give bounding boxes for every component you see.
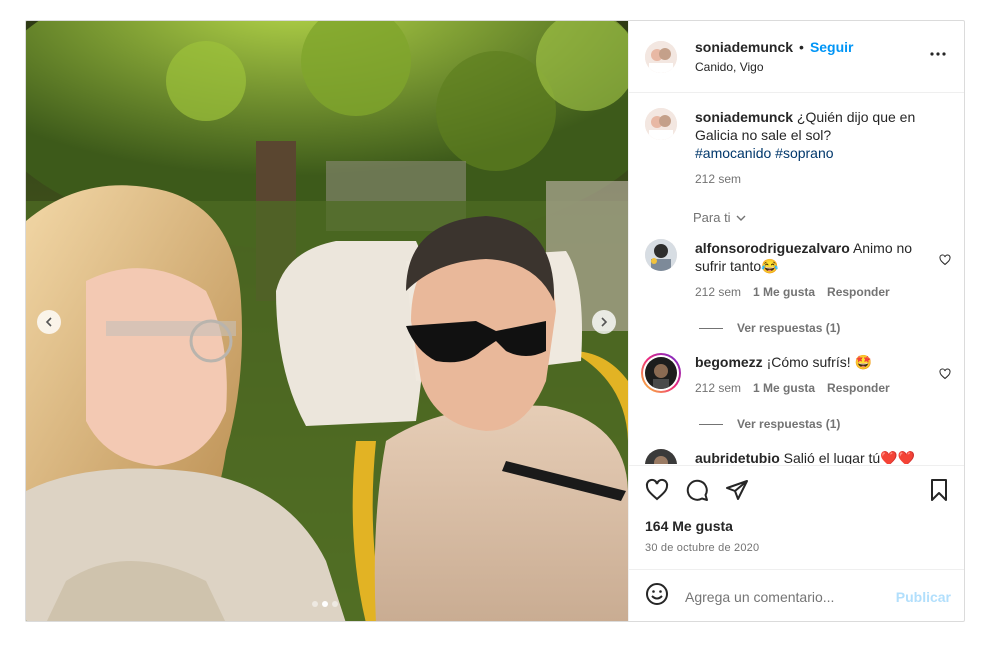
post-date: 30 de octubre de 2020 (645, 542, 760, 554)
heart-icon (645, 478, 669, 500)
selfie-image (26, 21, 628, 621)
comment-item: aubridetubio Salió el lugar tú❤️❤️ (645, 449, 951, 464)
post-location[interactable]: Canido, Vigo (695, 60, 926, 74)
comment-username[interactable]: alfonsorodriguezalvaro (695, 240, 850, 256)
save-button[interactable] (927, 478, 951, 507)
heart-outline-icon (939, 254, 951, 266)
post-photo[interactable] (26, 21, 628, 621)
carousel-dot (312, 601, 318, 607)
avatar-image (645, 357, 677, 389)
avatar-image (645, 239, 677, 271)
post-header: soniademunck • Seguir Canido, Vigo (629, 21, 964, 93)
comment-item: alfonsorodriguezalvaro Animo no sufrir t… (645, 239, 951, 301)
caption-username[interactable]: soniademunck (695, 109, 793, 125)
avatar-image (645, 108, 677, 140)
comment-composer: Publicar (629, 569, 964, 621)
next-slide-button[interactable] (592, 310, 616, 334)
comment-time: 212 sem (695, 285, 742, 299)
view-replies-button[interactable]: Ver respuestas (1) (699, 321, 951, 335)
heart-outline-icon (939, 368, 951, 380)
comment-button[interactable] (685, 478, 709, 507)
smiley-icon (646, 583, 668, 605)
bookmark-icon (931, 478, 947, 501)
sort-filter-label: Para ti (693, 210, 731, 225)
like-comment-button[interactable] (939, 367, 951, 385)
chevron-right-icon (601, 317, 608, 327)
caption-time: 212 sem (695, 172, 742, 186)
view-replies-label: Ver respuestas (1) (737, 321, 841, 335)
post-side-panel: soniademunck • Seguir Canido, Vigo sonia… (628, 21, 964, 621)
post-actions: 164 Me gusta 30 de octubre de 2020 (629, 465, 964, 554)
more-horizontal-icon (930, 52, 946, 56)
carousel-dot (332, 601, 338, 607)
reply-button[interactable]: Responder (827, 379, 890, 397)
avatar-image (645, 449, 677, 464)
caption-hashtags[interactable]: #amocanido #soprano (695, 145, 834, 161)
separator-dot: • (799, 39, 804, 55)
comment-time: 212 sem (695, 381, 742, 395)
comment-input[interactable] (685, 588, 896, 605)
view-replies-label: Ver respuestas (1) (737, 417, 841, 431)
follow-button[interactable]: Seguir (810, 39, 854, 55)
view-replies-button[interactable]: Ver respuestas (1) (699, 417, 951, 431)
carousel-indicator (312, 601, 338, 607)
emoji-button[interactable] (645, 582, 669, 611)
commenter-avatar[interactable] (645, 449, 677, 464)
sort-filter[interactable]: Para ti (693, 210, 951, 225)
comment-text: Salió el lugar tú❤️❤️ (783, 450, 916, 464)
instagram-post: soniademunck • Seguir Canido, Vigo sonia… (25, 20, 965, 622)
publish-button[interactable]: Publicar (896, 589, 951, 605)
chevron-left-icon (45, 317, 52, 327)
reply-button[interactable]: Responder (827, 283, 890, 301)
replies-divider (699, 423, 723, 425)
like-comment-button[interactable] (939, 253, 951, 271)
chevron-down-icon (736, 215, 746, 221)
post-caption: soniademunck ¿Quién dijo que en Galicia … (645, 108, 951, 188)
commenter-avatar (645, 357, 677, 389)
carousel-dot-active (322, 601, 328, 607)
author-avatar[interactable] (645, 40, 677, 73)
share-button[interactable] (725, 478, 749, 507)
more-options-button[interactable] (926, 42, 950, 71)
comments-list[interactable]: soniademunck ¿Quién dijo que en Galicia … (629, 94, 964, 464)
comment-likes[interactable]: 1 Me gusta (753, 283, 815, 301)
avatar-image (645, 40, 677, 73)
like-button[interactable] (645, 478, 669, 507)
comment-username[interactable]: begomezz (695, 354, 763, 370)
author-avatar[interactable] (645, 108, 677, 140)
caption-meta: 212 sem (695, 170, 935, 188)
comment-text: ¡Cómo sufrís! 🤩 (766, 354, 872, 370)
previous-slide-button[interactable] (37, 310, 61, 334)
comment-username[interactable]: aubridetubio (695, 450, 780, 464)
comment-item: begomezz ¡Cómo sufrís! 🤩 212 sem 1 Me gu… (641, 353, 951, 397)
replies-divider (699, 327, 723, 329)
story-ring[interactable] (641, 353, 681, 393)
likes-count[interactable]: 164 Me gusta (645, 518, 951, 534)
paper-plane-icon (726, 479, 748, 500)
comment-bubble-icon (686, 479, 708, 501)
commenter-avatar[interactable] (645, 239, 677, 271)
author-username[interactable]: soniademunck (695, 39, 793, 55)
comment-likes[interactable]: 1 Me gusta (753, 379, 815, 397)
